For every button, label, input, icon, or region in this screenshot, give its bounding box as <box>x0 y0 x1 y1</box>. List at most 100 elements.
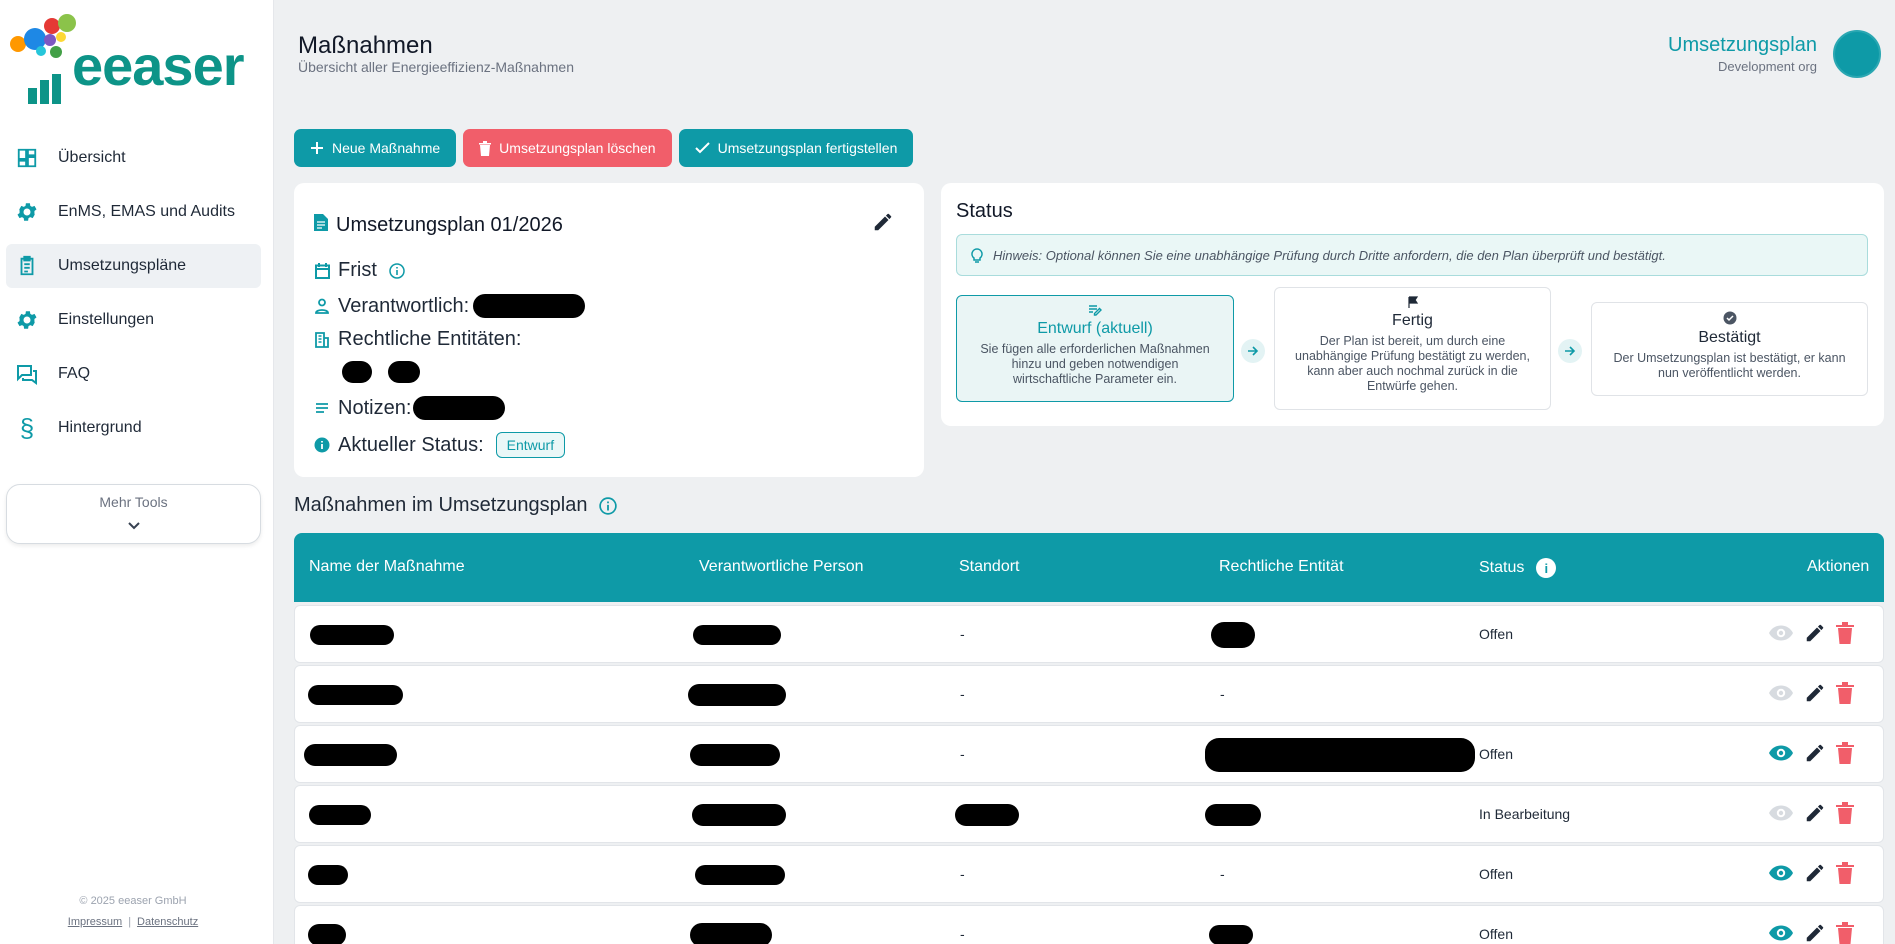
sidebar-item-label: FAQ <box>58 365 91 382</box>
table-row[interactable]: - Offen <box>294 605 1884 663</box>
sidebar-item-hintergrund[interactable]: § Hintergrund <box>6 406 261 450</box>
hint-box: Hinweis: Optional können Sie eine unabhä… <box>956 234 1868 276</box>
redacted-person <box>690 744 780 766</box>
check-icon <box>694 142 710 154</box>
col-status[interactable]: Status i <box>1479 558 1557 578</box>
col-entitaet[interactable]: Rechtliche Entität <box>1219 558 1344 576</box>
edit-icon[interactable] <box>1804 682 1826 704</box>
delete-icon[interactable] <box>1836 922 1854 944</box>
status-cell: Offen <box>1479 866 1513 882</box>
hint-text: Hinweis: Optional können Sie eine unabhä… <box>993 247 1666 263</box>
row-actions <box>1768 622 1854 644</box>
avatar[interactable] <box>1833 30 1881 78</box>
sidebar-item-einstellungen[interactable]: Einstellungen <box>6 298 261 342</box>
table-row[interactable]: -- <box>294 665 1884 723</box>
edit-plan-icon[interactable] <box>872 211 894 238</box>
delete-icon[interactable] <box>1836 802 1854 824</box>
redacted-notes <box>413 396 506 420</box>
sidebar-item-enms[interactable]: EnMS, EMAS und Audits <box>6 190 261 234</box>
step-fertig: Fertig Der Plan ist bereit, um durch ein… <box>1274 287 1551 410</box>
redacted-entity-chip <box>388 361 420 383</box>
status-badge: Entwurf <box>495 432 566 458</box>
sidebar-item-uebersicht[interactable]: Übersicht <box>6 136 261 180</box>
status-cell: Offen <box>1479 926 1513 942</box>
more-tools-button[interactable]: Mehr Tools <box>6 484 261 544</box>
view-icon[interactable] <box>1768 864 1794 882</box>
info-icon[interactable]: i <box>1536 558 1557 578</box>
step-entwurf: Entwurf (aktuell) Sie fügen alle erforde… <box>956 295 1234 402</box>
sidebar-item-label: Übersicht <box>58 149 126 166</box>
edit-icon[interactable] <box>1804 742 1826 764</box>
status-card: Status Hinweis: Optional können Sie eine… <box>941 183 1884 426</box>
info-filled-icon <box>312 437 332 453</box>
info-icon[interactable] <box>389 262 405 279</box>
table-row[interactable]: - Offen <box>294 725 1884 783</box>
responsible-label: Verantwortlich: <box>338 294 470 317</box>
col-name[interactable]: Name der Maßnahme <box>309 558 465 576</box>
col-standort[interactable]: Standort <box>959 558 1019 576</box>
table-row[interactable]: - - Offen <box>294 845 1884 903</box>
edit-icon[interactable] <box>1804 622 1826 644</box>
delete-icon[interactable] <box>1836 742 1854 764</box>
table-row[interactable]: In Bearbeitung <box>294 785 1884 843</box>
standort-cell: - <box>960 746 965 762</box>
entity-cell: - <box>1220 866 1225 882</box>
sidebar-nav: Übersicht EnMS, EMAS und Audits Umsetzun… <box>6 136 261 460</box>
notes-row: Notizen: <box>312 396 506 420</box>
edit-icon[interactable] <box>1804 862 1826 884</box>
sidebar-item-label: Hintergrund <box>58 419 142 436</box>
verified-icon <box>1606 311 1853 325</box>
delete-icon[interactable] <box>1836 682 1854 704</box>
finish-plan-button[interactable]: Umsetzungsplan fertigstellen <box>678 129 914 167</box>
measures-title-text: Maßnahmen im Umsetzungsplan <box>294 494 588 516</box>
step-desc: Sie fügen alle erforderlichen Maßnahmen … <box>980 342 1210 386</box>
info-icon[interactable] <box>599 496 618 515</box>
delete-plan-label: Umsetzungsplan löschen <box>499 140 656 156</box>
sidebar-item-umsetzungsplaene[interactable]: Umsetzungspläne <box>6 244 261 288</box>
edit-icon[interactable] <box>1804 802 1826 824</box>
edit-icon[interactable] <box>1804 922 1826 944</box>
view-icon[interactable] <box>1768 924 1794 942</box>
gear-icon <box>14 199 40 225</box>
redacted-entity <box>1209 925 1253 944</box>
step-name: Fertig <box>1392 312 1433 329</box>
col-aktionen: Aktionen <box>1807 558 1870 575</box>
more-tools-label: Mehr Tools <box>99 494 168 510</box>
delete-plan-button[interactable]: Umsetzungsplan löschen <box>463 129 672 167</box>
new-measure-button[interactable]: Neue Maßnahme <box>294 129 457 167</box>
redacted-responsible <box>473 294 586 318</box>
row-actions <box>1768 682 1854 704</box>
standort-cell: - <box>960 626 965 642</box>
standort-cell: - <box>960 926 965 942</box>
view-icon[interactable] <box>1768 744 1794 762</box>
status-title: Status <box>956 200 1013 222</box>
delete-icon[interactable] <box>1836 622 1854 644</box>
step-desc: Der Umsetzungsplan ist bestätigt, er kan… <box>1613 351 1846 380</box>
lightbulb-icon <box>971 247 983 263</box>
flag-icon <box>1289 296 1536 308</box>
sidebar-item-label: Umsetzungspläne <box>58 257 187 274</box>
table-row[interactable]: - Offen <box>294 905 1884 944</box>
row-actions <box>1768 742 1854 764</box>
person-icon <box>312 298 332 314</box>
sidebar-item-faq[interactable]: FAQ <box>6 352 261 396</box>
view-icon[interactable] <box>1768 624 1794 642</box>
eeaser-logo[interactable]: eeaser <box>8 14 248 104</box>
page-subtitle: Übersicht aller Energieeffizienz-Maßnahm… <box>298 59 574 75</box>
measures-title: Maßnahmen im Umsetzungsplan <box>294 494 618 517</box>
redacted-person <box>688 684 786 706</box>
datenschutz-link[interactable]: Datenschutz <box>137 916 198 928</box>
impressum-link[interactable]: Impressum <box>68 916 122 928</box>
view-icon[interactable] <box>1768 684 1794 702</box>
redacted-measure-name <box>308 685 403 705</box>
redacted-measure-name <box>310 625 394 645</box>
standort-cell: - <box>960 686 965 702</box>
view-icon[interactable] <box>1768 804 1794 822</box>
delete-icon[interactable] <box>1836 862 1854 884</box>
notes-icon <box>312 402 332 414</box>
plan-title: Umsetzungsplan 01/2026 <box>336 214 563 236</box>
entities-row: Rechtliche Entitäten: <box>312 328 521 351</box>
current-status-row: Aktueller Status: Entwurf <box>312 432 566 458</box>
col-person[interactable]: Verantwortliche Person <box>699 558 864 576</box>
redacted-person <box>690 923 772 944</box>
